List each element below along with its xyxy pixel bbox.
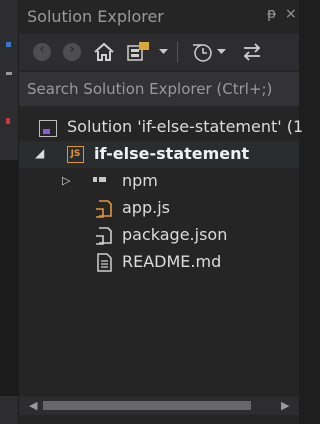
solution-label: Solution 'if-else-statement' (1	[67, 117, 304, 136]
tree-row-app-js[interactable]: app.js	[19, 195, 299, 222]
strip-divider	[0, 160, 18, 396]
dropdown-icon[interactable]	[217, 49, 226, 55]
strip-marker	[6, 42, 11, 47]
search-box	[19, 72, 299, 106]
tree-row-readme[interactable]: README.md	[19, 249, 299, 276]
tree-item-label: app.js	[122, 198, 170, 217]
tree-item-label: README.md	[122, 252, 222, 271]
tree-item-label: npm	[122, 171, 158, 190]
strip-marker	[6, 72, 12, 75]
js-project-icon: JS	[67, 146, 84, 163]
collapse-arrow-icon[interactable]: ◢	[35, 146, 44, 160]
forward-icon[interactable]: ›	[63, 42, 81, 61]
toolbar-separator	[177, 42, 178, 62]
solution-icon	[39, 120, 57, 137]
sync-views-icon[interactable]	[125, 40, 153, 64]
scroll-left-icon[interactable]: ◀	[29, 399, 37, 412]
strip-marker	[6, 118, 10, 124]
horizontal-scrollbar[interactable]: ◀ ▶	[19, 397, 299, 415]
tree-item-label: package.json	[122, 225, 228, 244]
expand-arrow-icon[interactable]: ▷	[62, 174, 70, 187]
tree-row-solution[interactable]: Solution 'if-else-statement' (1	[19, 114, 303, 141]
refresh-icon[interactable]	[241, 41, 263, 63]
scroll-right-icon[interactable]: ▶	[281, 399, 289, 412]
markdown-file-icon	[97, 253, 112, 272]
toolbar: ‹ ›	[19, 34, 299, 70]
tree-row-npm[interactable]: ▷ npm	[19, 168, 299, 195]
side-tool-strip	[0, 0, 18, 424]
tree-row-project[interactable]: ◢ JS if-else-statement	[19, 141, 299, 168]
project-label: if-else-statement	[94, 144, 250, 163]
tree-row-package-json[interactable]: package.json	[19, 222, 299, 249]
js-file-icon	[96, 200, 112, 218]
panel-title: Solution Explorer	[27, 7, 164, 26]
pin-icon[interactable]: ᵽ	[267, 6, 276, 22]
json-file-icon	[96, 227, 112, 245]
title-bar: Solution Explorer ᵽ ×	[19, 0, 299, 34]
search-input[interactable]	[27, 79, 297, 99]
home-icon[interactable]	[93, 41, 115, 62]
solution-explorer-panel: Solution Explorer ᵽ × ‹ › Search Solutio…	[19, 0, 303, 424]
scrollbar-thumb[interactable]	[43, 401, 251, 410]
pending-changes-icon[interactable]	[191, 40, 213, 64]
close-icon[interactable]: ×	[285, 6, 297, 22]
back-icon[interactable]: ‹	[33, 42, 51, 61]
dropdown-icon[interactable]	[159, 49, 168, 55]
